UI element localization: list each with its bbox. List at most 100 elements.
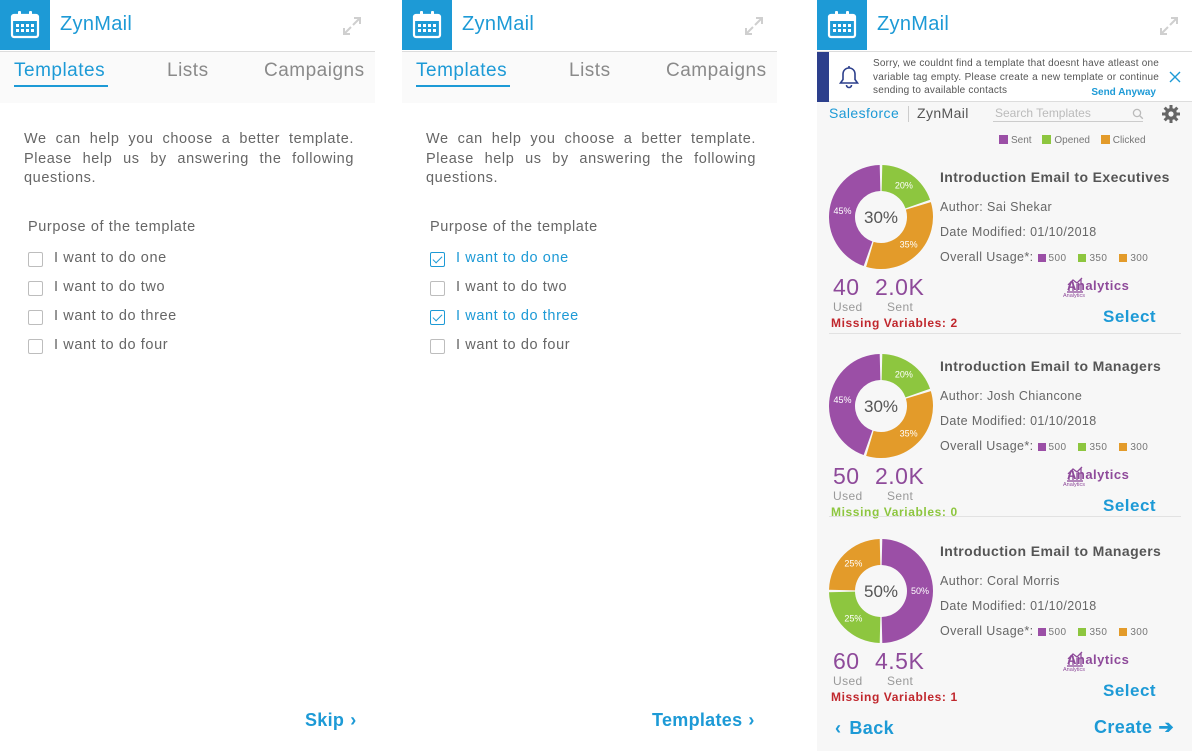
tab-campaigns[interactable]: Campaigns [264,60,365,82]
active-tab-indicator [416,85,510,87]
close-icon[interactable] [1169,70,1181,88]
back-button[interactable]: ‹ Back [835,718,894,739]
card-divider [829,333,1181,334]
analytics-icon-caption: Analytics [1063,482,1086,488]
gear-icon[interactable] [1161,104,1181,129]
chevron-right-icon: › [350,710,357,730]
checkbox[interactable] [430,339,445,354]
tab-lists[interactable]: Lists [569,60,611,82]
usage-value: 350 [1089,253,1108,264]
app-header: ZynMail [0,0,375,52]
sent-label: Sent [887,674,914,688]
usage-value: 500 [1048,442,1067,453]
checkbox[interactable] [28,339,43,354]
usage-value: 300 [1130,442,1149,453]
template-title: Introduction Email to Managers [940,543,1162,559]
usage-value: 500 [1048,627,1067,638]
checkbox[interactable] [430,252,445,267]
source-tab-salesforce[interactable]: Salesforce [829,105,899,121]
calendar-icon [0,0,50,50]
overall-usage: Overall Usage*: 500 350 300 [940,624,1156,638]
sent-count: 4.5K [875,648,925,674]
checkbox[interactable] [28,252,43,267]
select-button[interactable]: Select [1103,307,1156,327]
checkbox[interactable] [28,281,43,296]
usage-donut-chart: 20% 35% 45% 30% [829,165,933,269]
template-date: Date Modified: 01/10/2018 [940,414,1097,428]
donut-slice-label: 20% [895,180,913,190]
donut-slice-label: 45% [833,206,851,216]
used-count: 40 [833,274,860,300]
usage-donut-chart: 50% 25% 25% 50% [829,539,933,643]
usage-swatch [1078,443,1087,451]
templates-button[interactable]: Templates › [652,710,755,731]
checkbox[interactable] [430,310,445,325]
alert-accent-bar [817,52,829,102]
usage-swatch [1037,628,1046,636]
tab-bar: Templates Lists Campaigns [0,52,375,103]
checkbox[interactable] [28,310,43,325]
donut-center-value: 30% [864,208,898,227]
tab-lists[interactable]: Lists [167,60,209,82]
calendar-icon [817,0,867,50]
source-tab-zynmail[interactable]: ZynMail [917,105,969,121]
expand-icon[interactable] [743,15,765,42]
sent-count: 2.0K [875,463,925,489]
template-card: 20% 35% 45% 30% Introduction Email to Manage… [829,342,1181,526]
source-divider [908,106,909,122]
donut-slice-label: 25% [844,614,862,624]
active-tab-indicator [14,85,108,87]
usage-swatch [1037,443,1046,451]
templates-panel: ZynMail Sorry, we couldnt find a templat… [817,0,1192,751]
analytics-link[interactable]: Analytics [1067,278,1129,293]
analytics-icon-caption: Analytics [1063,293,1086,299]
legend-item-clicked: Clicked [1100,135,1146,146]
tab-templates[interactable]: Templates [14,60,105,82]
usage-value: 300 [1130,253,1149,264]
questionnaire-panel-1: ZynMail Templates Lists Campaigns We can… [0,0,375,751]
usage-swatch [1119,443,1128,451]
missing-variables: Missing Variables: 2 [831,316,958,330]
legend-item-opened: Opened [1042,135,1090,146]
used-count: 60 [833,648,860,674]
usage-label: Overall Usage*: [940,439,1034,453]
expand-icon[interactable] [341,15,363,42]
tab-campaigns[interactable]: Campaigns [666,60,767,82]
usage-value: 350 [1089,442,1108,453]
used-label: Used [833,300,863,314]
create-button[interactable]: Create ➔ [1094,717,1174,738]
template-card: 50% 25% 25% 50% Introduction Email to Manage… [829,527,1181,711]
analytics-link[interactable]: Analytics [1067,467,1129,482]
select-button[interactable]: Select [1103,496,1156,516]
search-icon[interactable] [1132,107,1144,125]
donut-slice-label: 50% [911,586,929,596]
checkbox[interactable] [430,281,445,296]
analytics-link[interactable]: Analytics [1067,652,1129,667]
usage-swatch [1119,254,1128,262]
usage-value: 500 [1048,253,1067,264]
search-input[interactable] [993,104,1143,122]
analytics-icon-caption: Analytics [1063,667,1086,673]
used-label: Used [833,674,863,688]
donut-center-value: 50% [864,582,898,601]
skip-button[interactable]: Skip › [305,710,357,731]
missing-variables: Missing Variables: 1 [831,690,958,704]
intro-text: We can help you choose a better template… [24,131,354,186]
tab-bar: Templates Lists Campaigns [402,52,777,103]
app-header: ZynMail [402,0,777,52]
tab-templates[interactable]: Templates [416,60,507,82]
expand-icon[interactable] [1158,15,1180,42]
usage-label: Overall Usage*: [940,250,1034,264]
template-author: Author: Sai Shekar [940,200,1053,214]
app-title: ZynMail [462,13,535,35]
template-title: Introduction Email to Managers [940,358,1162,374]
usage-donut-chart: 20% 35% 45% 30% [829,354,933,458]
select-button[interactable]: Select [1103,681,1156,701]
app-title: ZynMail [877,13,950,35]
used-count: 50 [833,463,860,489]
alert-banner: Sorry, we couldnt find a template that d… [817,52,1192,102]
donut-slice-label: 35% [900,429,918,439]
usage-swatch [1078,254,1087,262]
send-anyway-link[interactable]: Send Anyway [1091,87,1156,98]
sent-count: 2.0K [875,274,925,300]
